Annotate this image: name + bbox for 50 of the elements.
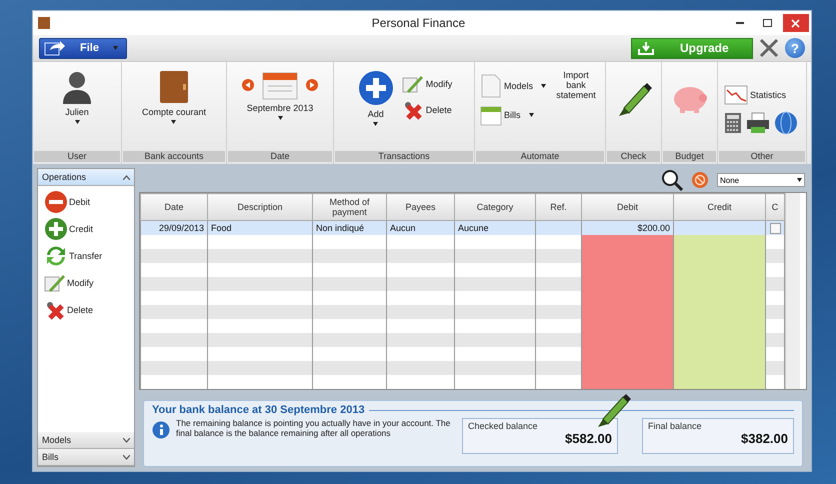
table-cell: Non indiqué xyxy=(312,220,386,235)
ribbon-item[interactable]: Models xyxy=(480,74,546,98)
balance-label: Checked balance xyxy=(468,421,538,431)
window-title: Personal Finance xyxy=(370,16,466,30)
file-menu-button[interactable]: File xyxy=(39,38,127,58)
column-header[interactable]: Debit xyxy=(582,194,674,220)
sidebar-item[interactable]: Credit xyxy=(44,217,128,241)
column-header[interactable]: Description xyxy=(208,194,312,220)
section-header[interactable]: Models xyxy=(38,432,134,449)
group-label: Transactions xyxy=(335,151,473,162)
group-label: Budget xyxy=(663,151,716,162)
section-header[interactable]: Bills xyxy=(38,449,134,466)
table-cell: Food xyxy=(208,220,312,235)
balance-amount: $382.00 xyxy=(741,431,788,446)
group-label: Date xyxy=(228,151,332,162)
panel-title: Your bank balance at 30 Septembre 2013 xyxy=(152,404,365,416)
ribbon-item[interactable]: Delete xyxy=(402,100,452,120)
date-picker[interactable]: Septembre 2013 xyxy=(240,68,320,122)
column-header[interactable]: Date xyxy=(140,194,208,220)
filter-dropdown[interactable]: None xyxy=(717,173,805,187)
balance-label: Final balance xyxy=(648,421,702,431)
group-label: Automate xyxy=(476,151,604,162)
balance-amount: $582.00 xyxy=(565,431,612,446)
table-cell: Aucune xyxy=(454,220,536,235)
sidebar-item[interactable]: Delete xyxy=(44,298,128,322)
table-cell: Aucun xyxy=(386,220,454,235)
group-label: Check xyxy=(607,151,660,162)
sidebar-item[interactable]: Debit xyxy=(44,190,128,214)
ribbon-item[interactable]: Modify xyxy=(402,74,452,94)
ribbon-button[interactable]: Add xyxy=(356,68,396,128)
ribbon-item[interactable]: Bills xyxy=(480,104,546,126)
table-cell: 29/09/2013 xyxy=(140,220,208,235)
ribbon-button[interactable]: Import bank statement xyxy=(552,68,600,102)
ribbon-button[interactable]: Julien xyxy=(58,68,96,126)
column-header[interactable]: Category xyxy=(454,194,536,220)
sidebar-item[interactable]: Modify xyxy=(44,271,128,295)
column-header[interactable]: C xyxy=(766,194,784,220)
column-header[interactable]: Ref. xyxy=(536,194,582,220)
group-label: Other xyxy=(719,151,805,162)
column-header[interactable]: Method of payment xyxy=(312,194,386,220)
section-header[interactable]: Operations xyxy=(38,169,134,186)
ribbon-item[interactable]: Statistics xyxy=(724,84,786,104)
group-label: Bank accounts xyxy=(123,151,225,162)
column-header[interactable]: Payees xyxy=(386,194,454,220)
column-header[interactable]: Credit xyxy=(674,194,766,220)
group-label: User xyxy=(34,151,120,162)
sidebar-item[interactable]: Transfer xyxy=(44,244,128,268)
table-cell: $200.00 xyxy=(582,220,674,235)
ribbon-button[interactable]: Compte courant xyxy=(140,68,208,126)
info-text: The remaining balance is pointing you actually have in your account. The final balance is the balance remaining after all operations xyxy=(176,418,452,438)
